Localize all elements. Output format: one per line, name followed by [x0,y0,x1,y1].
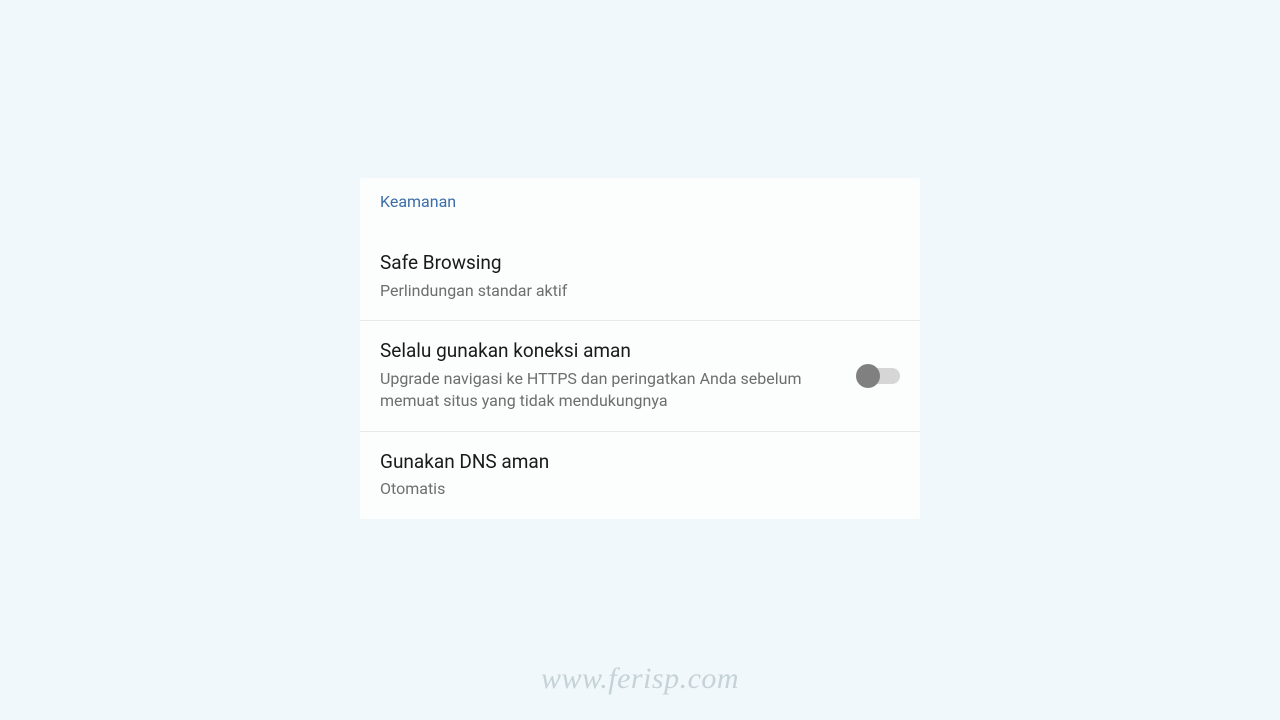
setting-subtitle: Perlindungan standar aktif [380,280,880,302]
setting-secure-dns[interactable]: Gunakan DNS aman Otomatis [360,432,920,519]
setting-text: Selalu gunakan koneksi aman Upgrade navi… [380,339,858,412]
setting-text: Safe Browsing Perlindungan standar aktif [380,251,900,302]
secure-connection-toggle[interactable] [858,368,900,384]
setting-title: Safe Browsing [380,251,880,276]
setting-safe-browsing[interactable]: Safe Browsing Perlindungan standar aktif [360,223,920,321]
toggle-thumb [856,364,880,388]
section-header-security: Keamanan [360,178,920,223]
setting-secure-connection[interactable]: Selalu gunakan koneksi aman Upgrade navi… [360,321,920,431]
settings-card: Keamanan Safe Browsing Perlindungan stan… [360,178,920,519]
setting-title: Selalu gunakan koneksi aman [380,339,838,364]
setting-text: Gunakan DNS aman Otomatis [380,450,900,501]
setting-subtitle: Otomatis [380,478,880,500]
watermark-text: www.ferisp.com [541,662,739,696]
setting-title: Gunakan DNS aman [380,450,880,475]
setting-subtitle: Upgrade navigasi ke HTTPS dan peringatka… [380,368,838,413]
